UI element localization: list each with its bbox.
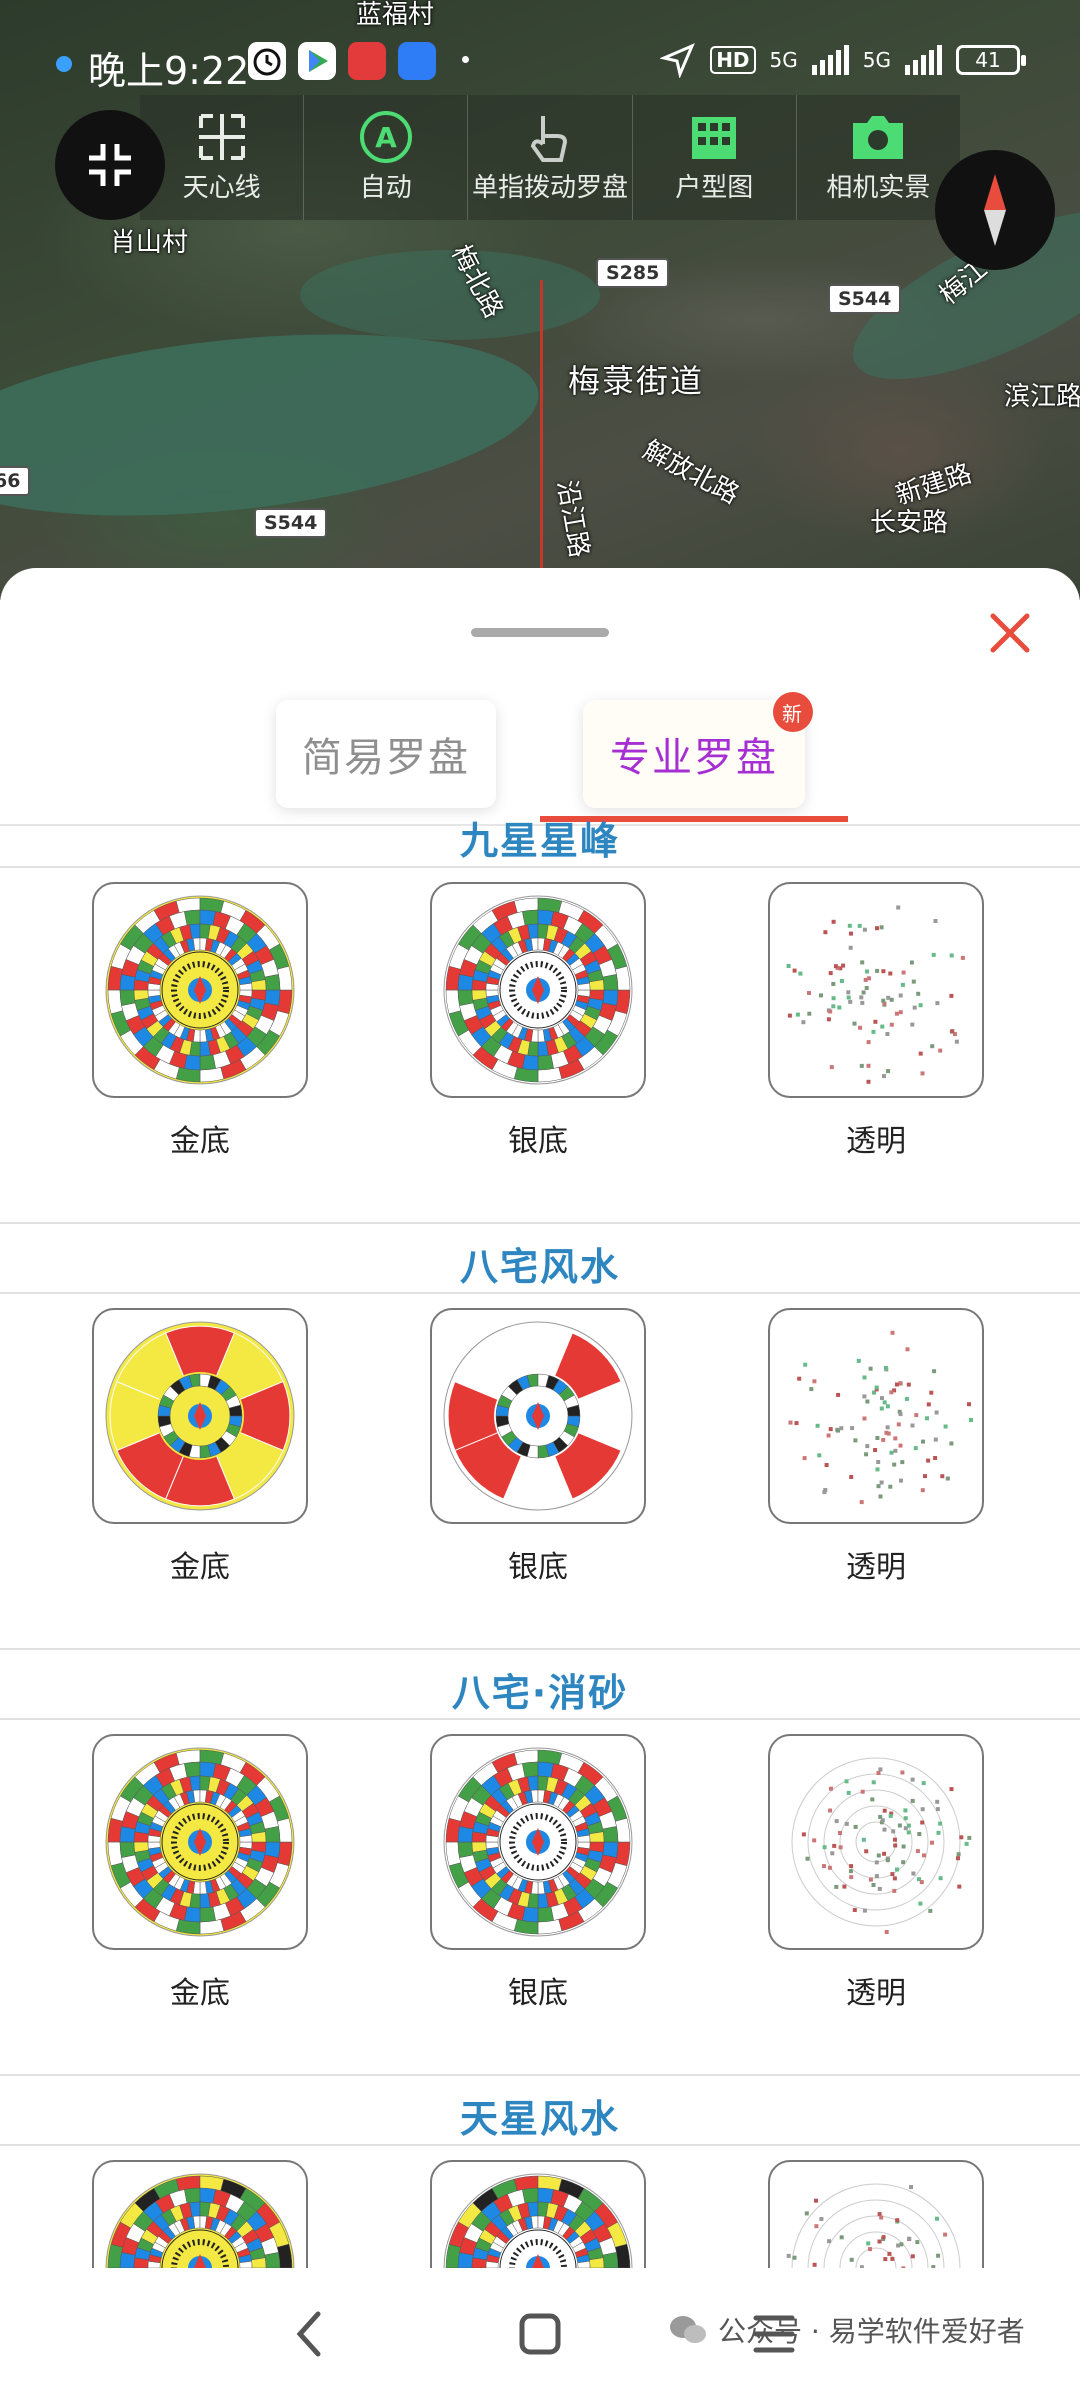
- collapse-button[interactable]: [55, 110, 165, 220]
- drag-handle[interactable]: [471, 628, 609, 637]
- compass-needle-icon: [984, 174, 1006, 246]
- compass-option-card[interactable]: 金底: [52, 1724, 342, 2014]
- highway-shield: S544: [828, 284, 902, 314]
- close-icon: [990, 613, 1030, 653]
- map-label-street: 梅菉街道: [568, 362, 705, 400]
- tab-label: 简易罗盘: [302, 735, 470, 781]
- compass-option-card[interactable]: 金底: [52, 872, 342, 1162]
- camera-icon: [797, 107, 960, 167]
- compass-option-label: 银底: [508, 1124, 568, 1159]
- map-label-village: 肖山村: [110, 228, 189, 258]
- map-label-road: 滨江路: [1004, 382, 1080, 412]
- river-area: [0, 308, 548, 542]
- divider: [0, 1648, 1080, 1650]
- tab-simple-compass[interactable]: 简易罗盘: [276, 700, 496, 808]
- building-icon: [633, 107, 796, 167]
- compass-option-card[interactable]: 银底: [390, 872, 680, 1162]
- map-label-road: 长安路: [870, 508, 949, 538]
- center-line: [540, 280, 543, 600]
- compass-option-label: 透明: [846, 1124, 906, 1159]
- divider: [0, 1222, 1080, 1224]
- status-right: HD 5G 5G 41: [660, 42, 1026, 78]
- compass-button[interactable]: [935, 150, 1055, 270]
- tool-label: 户型图: [675, 173, 754, 203]
- wechat-icon: [670, 2316, 706, 2343]
- map-label-village: 蓝福村: [356, 0, 435, 30]
- network-type: 5G: [769, 48, 798, 72]
- signal-icon: [811, 45, 849, 75]
- home-icon[interactable]: [518, 2304, 562, 2364]
- compass-option-label: 金底: [170, 1550, 230, 1585]
- status-time: 晚上9:22: [88, 49, 250, 93]
- new-badge: 新: [773, 692, 813, 732]
- compass-option-label: 透明: [846, 1550, 906, 1585]
- divider: [0, 866, 1080, 868]
- compass-option-label: 银底: [508, 1550, 568, 1585]
- signal-icon: [905, 45, 942, 75]
- auto-icon: A: [304, 107, 467, 167]
- compass-thumbnail: [92, 1734, 308, 1950]
- compass-option-label: 金底: [170, 1124, 230, 1159]
- compass-option-card[interactable]: 透明: [728, 1298, 1018, 1588]
- tool-floor-plan[interactable]: 户型图: [633, 95, 797, 220]
- compass-option-label: 透明: [846, 1976, 906, 2011]
- compass-thumbnail: [92, 882, 308, 1098]
- location-arrow-icon: [660, 43, 696, 78]
- section-title: 八宅风水: [459, 1245, 620, 1289]
- compass-thumbnail: [430, 1308, 646, 1524]
- map-toolbar: 天心线 A 自动 单指拨动罗盘 户型图 相机实景: [140, 95, 960, 220]
- more-dot-icon: [462, 56, 469, 63]
- tab-label: 专业罗盘: [610, 735, 778, 781]
- section-title: 九星星峰: [459, 819, 620, 863]
- finger-drag-icon: [468, 107, 631, 167]
- play-store-icon: [298, 42, 336, 80]
- compass-option-card[interactable]: 金底: [52, 1298, 342, 1588]
- highway-shield: S285: [596, 258, 670, 288]
- section-title: 八宅·消砂: [451, 1671, 629, 1715]
- compass-thumbnail: [768, 882, 984, 1098]
- highway-shield: S544: [254, 508, 328, 538]
- compass-option-card[interactable]: 银底: [390, 1298, 680, 1588]
- divider: [0, 1292, 1080, 1294]
- compass-option-card[interactable]: 透明: [728, 872, 1018, 1162]
- hd-badge: HD: [710, 46, 756, 74]
- compass-option-card[interactable]: 银底: [390, 1724, 680, 2014]
- compass-picker-sheet: 简易罗盘 专业罗盘 新 九星星峰 金底 银底 透明 八宅风水 金底 银底 透明 八宅·消砂 金底银…: [0, 568, 1080, 2400]
- compass-thumbnail: [768, 1734, 984, 1950]
- account-app-icon: [398, 42, 436, 80]
- battery-icon: 41: [956, 45, 1026, 75]
- tool-label: 自动: [359, 173, 412, 203]
- tab-pro-compass[interactable]: 专业罗盘 新: [583, 692, 813, 808]
- tool-tianxin-line[interactable]: 天心线: [140, 95, 305, 220]
- section-title: 天星风水: [459, 2097, 620, 2141]
- collapse-icon: [89, 144, 131, 186]
- compass-thumbnail: [430, 882, 646, 1098]
- watermark-text: 公众号 · 易学软件爱好者: [718, 2315, 1025, 2348]
- watermark: 公众号 · 易学软件爱好者: [668, 2310, 1025, 2350]
- svg-text:A: A: [375, 121, 397, 154]
- alarm-icon: [248, 42, 286, 80]
- compass-thumbnail: [768, 1308, 984, 1524]
- compass-option-label: 银底: [508, 1976, 568, 2011]
- compass-option-label: 金底: [170, 1976, 230, 2011]
- divider: [0, 2144, 1080, 2146]
- tool-finger-drag[interactable]: 单指拨动罗盘: [468, 95, 633, 220]
- compass-option-card[interactable]: 透明: [728, 1724, 1018, 2014]
- compass-thumbnail: [430, 1734, 646, 1950]
- tool-label: 单指拨动罗盘: [472, 173, 629, 203]
- status-dot: [56, 56, 72, 72]
- map-label-road: 沿江路: [551, 477, 595, 560]
- news-app-icon: [348, 42, 386, 80]
- divider: [0, 1718, 1080, 1720]
- status-bar: 晚上9:22 HD 5G 5G 41: [0, 30, 1080, 94]
- divider: [0, 2074, 1080, 2076]
- close-button[interactable]: [985, 608, 1035, 658]
- map-label-road: 解放北路: [637, 435, 744, 511]
- compass-thumbnail: [92, 1308, 308, 1524]
- highway-shield: 66: [0, 466, 31, 496]
- back-icon[interactable]: [288, 2304, 328, 2364]
- tool-auto[interactable]: A 自动: [304, 95, 469, 220]
- network-type: 5G: [862, 48, 891, 72]
